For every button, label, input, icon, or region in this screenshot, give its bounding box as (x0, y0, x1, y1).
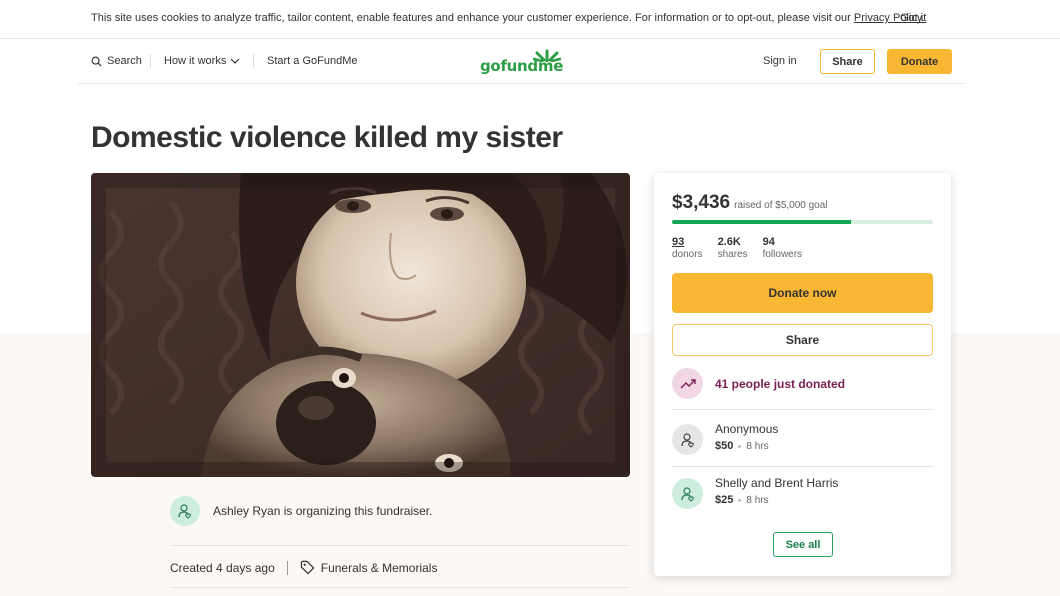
page-title: Domestic violence killed my sister (91, 121, 563, 154)
donor-time: 8 hrs (746, 494, 769, 506)
stat-donors[interactable]: 93 donors (672, 236, 703, 260)
recent-donations-trend: 41 people just donated (672, 368, 845, 399)
donor-name: Anonymous (715, 422, 779, 436)
stat-shares: 2.6K shares (718, 236, 748, 260)
start-gofundme-link[interactable]: Start a GoFundMe (267, 55, 358, 67)
cookie-banner: This site uses cookies to analyze traffi… (0, 0, 1060, 39)
nav-divider (253, 54, 254, 68)
dot-separator (738, 498, 742, 502)
donor-meta: $25 8 hrs (715, 494, 838, 506)
got-it-link[interactable]: Got it (900, 12, 926, 24)
campaign-photo[interactable] (91, 173, 630, 477)
donor-avatar (672, 424, 703, 455)
top-nav: Search How it works Start a GoFundMe gof… (78, 39, 964, 84)
search-button[interactable]: Search (91, 55, 142, 67)
donor-item: Anonymous $50 8 hrs (672, 422, 778, 455)
organizer-row: Ashley Ryan is organizing this fundraise… (170, 496, 432, 526)
amount-value: $3,436 (672, 192, 731, 213)
divider (170, 545, 630, 546)
share-button[interactable]: Share (672, 324, 933, 356)
stat-followers: 94 followers (763, 236, 802, 260)
stat-label: shares (717, 249, 748, 260)
dot-separator (738, 444, 742, 448)
trend-badge (672, 368, 703, 399)
stat-label: donors (672, 249, 703, 260)
progress-fill (672, 220, 852, 224)
nav-divider (150, 54, 151, 68)
cookie-text-row: This site uses cookies to analyze traffi… (91, 12, 925, 24)
donor-amount: $25 (715, 494, 734, 506)
divider (672, 409, 933, 410)
stat-value: 94 (762, 236, 775, 248)
search-label: Search (107, 55, 142, 67)
sign-in-link[interactable]: Sign in (763, 55, 797, 67)
stats-row: 93 donors 2.6K shares 94 followers (672, 236, 802, 260)
cookie-text: This site uses cookies to analyze traffi… (91, 12, 854, 24)
search-icon (91, 56, 102, 67)
meta-divider (286, 560, 288, 575)
person-heart-icon (178, 504, 191, 519)
amount-raised: $3,436 raised of $5,000 goal (672, 192, 828, 214)
created-date: Created 4 days ago (170, 560, 275, 575)
donor-avatar (672, 478, 703, 509)
goal-text: raised of $5,000 goal (734, 200, 828, 211)
donor-meta: $50 8 hrs (715, 440, 778, 452)
chevron-down-icon (230, 58, 240, 64)
category-label: Funerals & Memorials (320, 560, 438, 575)
stat-value: 2.6K (717, 236, 741, 248)
divider (170, 587, 630, 588)
how-it-works-label: How it works (164, 55, 227, 67)
gofundme-logo[interactable]: gofundme (480, 48, 564, 76)
campaign-meta: Created 4 days ago Funerals & Memorials (170, 560, 437, 575)
campaign-photo-image (91, 173, 630, 477)
donor-info: Shelly and Brent Harris $25 8 hrs (715, 476, 838, 506)
header-donate-button[interactable]: Donate (887, 49, 952, 74)
organizer-text: Ashley Ryan is organizing this fundraise… (213, 504, 433, 518)
header-share-button[interactable]: Share (820, 49, 875, 74)
category-link[interactable]: Funerals & Memorials (300, 560, 438, 575)
stat-label: followers (762, 249, 803, 260)
person-heart-icon (680, 432, 694, 448)
tag-icon (300, 560, 314, 575)
logo-text: gofundme (480, 57, 564, 75)
donor-item: Shelly and Brent Harris $25 8 hrs (672, 476, 838, 509)
person-heart-icon (680, 486, 694, 502)
trending-up-icon (680, 378, 696, 388)
divider (672, 466, 933, 467)
donate-now-button[interactable]: Donate now (672, 273, 933, 313)
how-it-works-menu[interactable]: How it works (164, 55, 240, 67)
donor-name: Shelly and Brent Harris (715, 476, 839, 490)
donor-amount: $50 (715, 440, 734, 452)
donation-card: $3,436 raised of $5,000 goal 93 donors 2.… (654, 173, 951, 576)
donor-time: 8 hrs (746, 440, 769, 452)
trend-text: 41 people just donated (715, 376, 846, 391)
donor-info: Anonymous $50 8 hrs (715, 422, 778, 452)
progress-bar (672, 220, 933, 224)
organizer-avatar (170, 496, 200, 526)
see-all-button[interactable]: See all (773, 532, 833, 557)
stat-value: 93 (672, 236, 685, 248)
